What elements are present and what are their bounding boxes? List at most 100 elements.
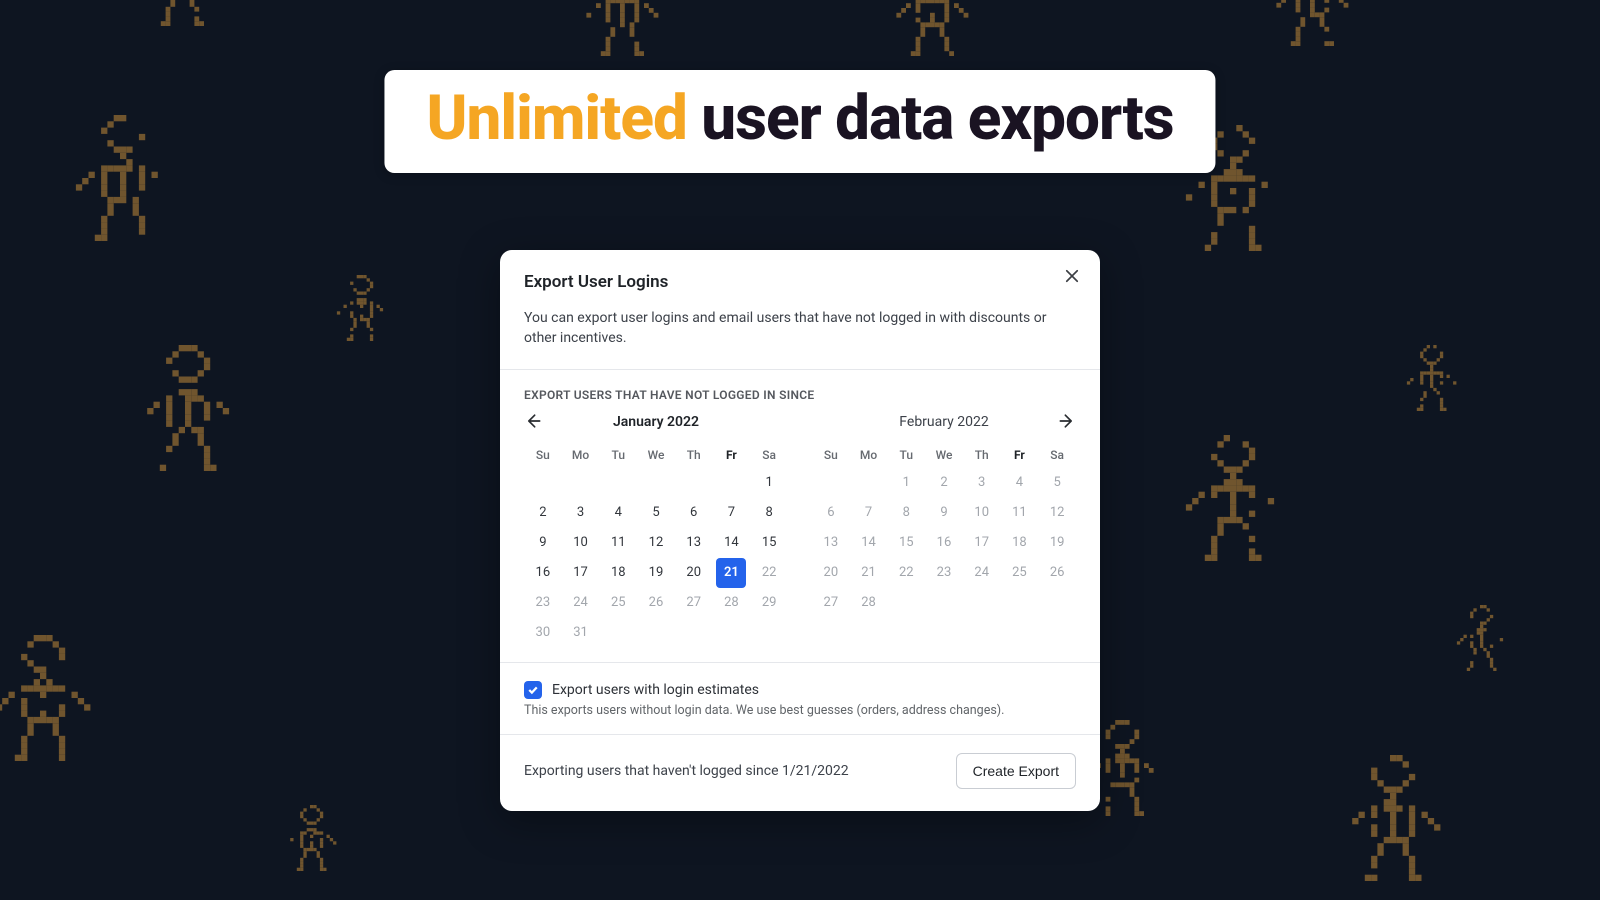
calendar-day[interactable]: 26 <box>637 588 675 618</box>
calendar-empty <box>1001 588 1039 618</box>
checkbox-label: Export users with login estimates <box>552 682 759 698</box>
calendar-day[interactable]: 24 <box>562 588 600 618</box>
calendar-day[interactable]: 28 <box>850 588 888 618</box>
calendar-day[interactable]: 21 <box>850 558 888 588</box>
calendar-day[interactable]: 15 <box>750 528 788 558</box>
weekday-header: Tu <box>887 442 925 468</box>
calendar-day[interactable]: 17 <box>562 558 600 588</box>
calendar-day[interactable]: 13 <box>812 528 850 558</box>
calendar-left-title: January 2022 <box>613 414 699 430</box>
calendar-day[interactable]: 2 <box>524 498 562 528</box>
weekday-header: Tu <box>599 442 637 468</box>
calendar-right: February 2022 SuMoTuWeThFrSa 12345678910… <box>812 408 1076 648</box>
calendar-empty <box>675 618 713 648</box>
calendar-day[interactable]: 16 <box>524 558 562 588</box>
calendar-day[interactable]: 8 <box>750 498 788 528</box>
calendar-day[interactable]: 22 <box>750 558 788 588</box>
calendar-day[interactable]: 15 <box>887 528 925 558</box>
calendar-empty <box>1038 588 1076 618</box>
next-month-button[interactable] <box>1056 410 1078 432</box>
calendar-day[interactable]: 9 <box>925 498 963 528</box>
dialog-footer: Exporting users that haven't logged sinc… <box>500 735 1100 811</box>
calendar-empty <box>637 618 675 648</box>
calendar-day[interactable]: 6 <box>812 498 850 528</box>
weekday-header: Th <box>963 442 1001 468</box>
headline-rest: user data exports <box>687 82 1174 155</box>
calendar-day[interactable]: 8 <box>887 498 925 528</box>
calendar-day[interactable]: 14 <box>713 528 751 558</box>
calendar-day[interactable]: 20 <box>812 558 850 588</box>
calendar-day[interactable]: 29 <box>750 588 788 618</box>
calendar-day[interactable]: 23 <box>925 558 963 588</box>
calendar-day[interactable]: 30 <box>524 618 562 648</box>
calendar-day[interactable]: 5 <box>1038 468 1076 498</box>
date-range-picker: January 2022 SuMoTuWeThFrSa 123456789101… <box>500 408 1100 662</box>
calendar-empty <box>524 468 562 498</box>
calendar-day[interactable]: 18 <box>1001 528 1039 558</box>
calendar-day[interactable]: 11 <box>1001 498 1039 528</box>
weekday-header: We <box>925 442 963 468</box>
weekday-header: Sa <box>1038 442 1076 468</box>
weekday-header: Su <box>524 442 562 468</box>
calendar-day[interactable]: 4 <box>599 498 637 528</box>
dialog-description: You can export user logins and email use… <box>500 308 1100 369</box>
prev-month-button[interactable] <box>522 410 544 432</box>
calendar-empty <box>599 468 637 498</box>
calendar-day[interactable]: 4 <box>1001 468 1039 498</box>
calendar-day[interactable]: 22 <box>887 558 925 588</box>
calendar-day[interactable]: 1 <box>887 468 925 498</box>
calendar-day[interactable]: 3 <box>562 498 600 528</box>
calendar-day[interactable]: 14 <box>850 528 888 558</box>
calendar-day[interactable]: 10 <box>562 528 600 558</box>
calendar-day[interactable]: 1 <box>750 468 788 498</box>
calendar-empty <box>963 588 1001 618</box>
calendar-day[interactable]: 25 <box>599 588 637 618</box>
section-label: EXPORT USERS THAT HAVE NOT LOGGED IN SIN… <box>500 370 1100 408</box>
calendar-day[interactable]: 6 <box>675 498 713 528</box>
calendar-day[interactable]: 18 <box>599 558 637 588</box>
calendar-day[interactable]: 20 <box>675 558 713 588</box>
calendar-empty <box>887 588 925 618</box>
close-icon <box>1063 267 1081 285</box>
calendar-day[interactable]: 19 <box>637 558 675 588</box>
calendar-day[interactable]: 23 <box>524 588 562 618</box>
calendar-day[interactable]: 11 <box>599 528 637 558</box>
calendar-day[interactable]: 27 <box>812 588 850 618</box>
calendar-day[interactable]: 19 <box>1038 528 1076 558</box>
calendar-right-title: February 2022 <box>899 414 988 430</box>
calendar-day[interactable]: 24 <box>963 558 1001 588</box>
calendar-day[interactable]: 3 <box>963 468 1001 498</box>
calendar-day[interactable]: 2 <box>925 468 963 498</box>
calendar-day[interactable]: 10 <box>963 498 1001 528</box>
calendar-day[interactable]: 27 <box>675 588 713 618</box>
weekday-header: Mo <box>850 442 888 468</box>
calendar-day[interactable]: 12 <box>637 528 675 558</box>
calendar-day[interactable]: 28 <box>713 588 751 618</box>
login-estimates-checkbox[interactable] <box>524 681 542 699</box>
calendar-day[interactable]: 7 <box>713 498 751 528</box>
calendar-empty <box>812 468 850 498</box>
calendar-day[interactable]: 26 <box>1038 558 1076 588</box>
calendar-day[interactable]: 17 <box>963 528 1001 558</box>
export-dialog: Export User Logins You can export user l… <box>500 250 1100 811</box>
calendar-day[interactable]: 7 <box>850 498 888 528</box>
calendar-left: January 2022 SuMoTuWeThFrSa 123456789101… <box>524 408 788 648</box>
weekday-header: Sa <box>750 442 788 468</box>
calendar-day[interactable]: 12 <box>1038 498 1076 528</box>
calendar-empty <box>675 468 713 498</box>
dialog-title: Export User Logins <box>524 272 1076 292</box>
calendar-day[interactable]: 25 <box>1001 558 1039 588</box>
create-export-button[interactable]: Create Export <box>956 753 1076 789</box>
calendar-day[interactable]: 9 <box>524 528 562 558</box>
calendar-empty <box>925 588 963 618</box>
dialog-header: Export User Logins <box>500 250 1100 308</box>
calendar-empty <box>750 618 788 648</box>
arrow-left-icon <box>523 411 543 431</box>
calendar-day[interactable]: 5 <box>637 498 675 528</box>
calendar-day[interactable]: 21 <box>716 558 746 588</box>
calendar-day[interactable]: 13 <box>675 528 713 558</box>
headline-highlight: Unlimited <box>426 82 686 155</box>
close-button[interactable] <box>1060 264 1084 288</box>
calendar-day[interactable]: 31 <box>562 618 600 648</box>
calendar-day[interactable]: 16 <box>925 528 963 558</box>
